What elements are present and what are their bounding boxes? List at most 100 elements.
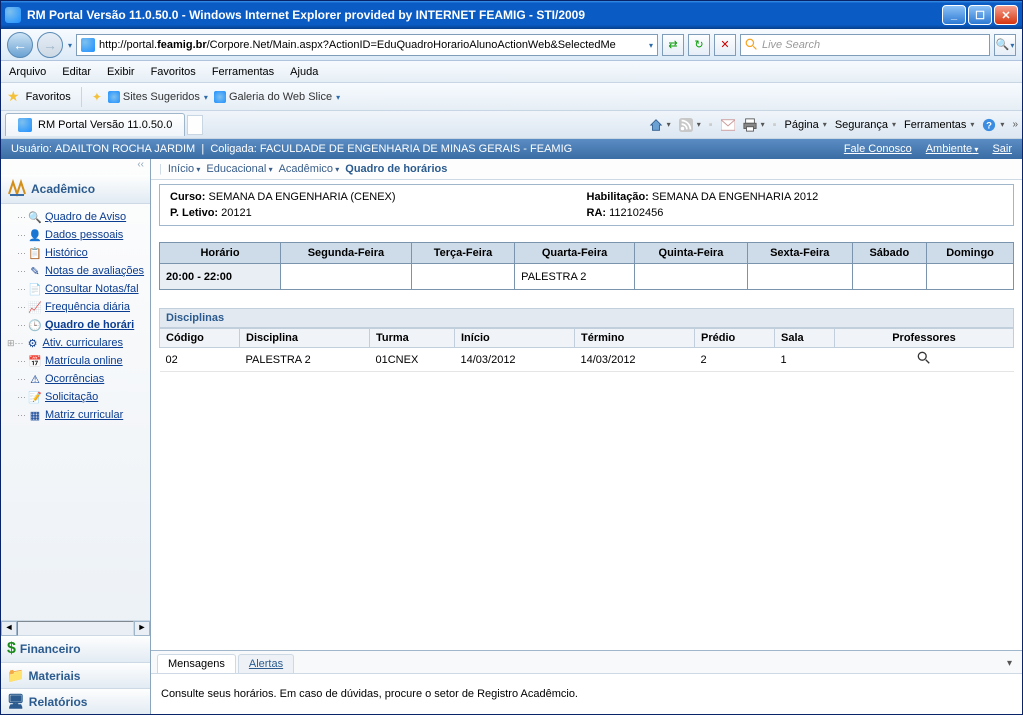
close-button[interactable]: ✕: [994, 5, 1018, 25]
url-dropdown[interactable]: [648, 39, 653, 51]
bc-educacional[interactable]: Educacional: [206, 163, 272, 175]
relatorios-icon: 🖥: [7, 693, 25, 710]
sidebar-section-materiais[interactable]: 📁 Materiais: [1, 663, 150, 689]
page-menu[interactable]: Página: [785, 119, 827, 131]
menu-ajuda[interactable]: Ajuda: [290, 66, 318, 78]
disc-codigo: 02: [160, 348, 240, 372]
help-menu[interactable]: ?: [982, 118, 1004, 132]
refresh-button[interactable]: ↻: [688, 34, 710, 56]
tab-alertas[interactable]: Alertas: [238, 654, 294, 673]
materiais-icon: 📁: [7, 667, 24, 684]
forward-button[interactable]: →: [37, 32, 63, 58]
sidebar-collapse[interactable]: ‹‹: [1, 159, 150, 175]
tab-mensagens[interactable]: Mensagens: [157, 654, 236, 673]
window-titlebar: RM Portal Versão 11.0.50.0 - Windows Int…: [1, 1, 1022, 29]
sidebar-item-quadro-aviso[interactable]: ⋯🔍Quadro de Aviso: [1, 208, 150, 226]
sidebar-item-dados-pessoais[interactable]: ⋯👤Dados pessoais: [1, 226, 150, 244]
sidebar-item-solicitacao[interactable]: ⋯📝Solicitação: [1, 388, 150, 406]
fav-sites-sugeridos[interactable]: Sites Sugeridos: [108, 91, 208, 103]
sair-link[interactable]: Sair: [992, 143, 1012, 155]
disc-predio: 2: [695, 348, 775, 372]
menu-ferramentas[interactable]: Ferramentas: [212, 66, 274, 78]
search-go-button[interactable]: 🔍: [994, 34, 1016, 56]
sidebar-section-academico[interactable]: Acadêmico: [1, 175, 150, 204]
history-dropdown[interactable]: [67, 39, 72, 51]
coligada-name: FACULDADE DE ENGENHARIA DE MINAS GERAIS …: [260, 143, 572, 155]
schedule-table: Horário Segunda-Feira Terça-Feira Quarta…: [159, 242, 1014, 290]
messages-collapse[interactable]: ▾: [1007, 658, 1016, 669]
th-horario: Horário: [160, 243, 281, 264]
ambiente-menu[interactable]: Ambiente: [926, 143, 979, 155]
sidebar-item-quadro-horarios[interactable]: ⋯🕒Quadro de horári: [1, 316, 150, 334]
sidebar-item-matriz[interactable]: ⋯▦Matriz curricular: [1, 406, 150, 424]
sidebar-section-relatorios[interactable]: 🖥 Relatórios: [1, 689, 150, 714]
sidebar-item-ocorrencias[interactable]: ⋯⚠Ocorrências: [1, 370, 150, 388]
menu-exibir[interactable]: Exibir: [107, 66, 135, 78]
security-menu[interactable]: Segurança: [835, 119, 896, 131]
sidebar-item-matricula[interactable]: ⋯📅Matrícula online: [1, 352, 150, 370]
favorites-star-icon[interactable]: ★: [7, 88, 20, 105]
ie-icon: [5, 7, 21, 23]
chevron-more[interactable]: »: [1012, 119, 1018, 130]
minimize-button[interactable]: _: [942, 5, 966, 25]
financeiro-icon: $: [7, 640, 16, 658]
messages-body: Consulte seus horários. Em caso de dúvid…: [151, 674, 1022, 714]
menu-editar[interactable]: Editar: [62, 66, 91, 78]
page-icon: [81, 38, 95, 52]
favorites-bar: ★ Favoritos ✦ Sites Sugeridos Galeria do…: [1, 83, 1022, 111]
menu-arquivo[interactable]: Arquivo: [9, 66, 46, 78]
new-tab-button[interactable]: [187, 115, 203, 135]
fav-galeria[interactable]: Galeria do Web Slice: [214, 91, 340, 103]
scroll-right[interactable]: ►: [134, 621, 150, 636]
disciplinas-header: Disciplinas: [159, 308, 1014, 328]
sidebar-item-historico[interactable]: ⋯📋Histórico: [1, 244, 150, 262]
back-button[interactable]: ←: [7, 32, 33, 58]
curso-value: SEMANA DA ENGENHARIA (CENEX): [209, 191, 396, 203]
home-button[interactable]: [649, 118, 671, 132]
address-bar[interactable]: http://portal.feamig.br/Corpore.Net/Main…: [76, 34, 658, 56]
portal-header: Usuário: ADAILTON ROCHA JARDIM | Coligad…: [1, 139, 1022, 159]
th-sab: Sábado: [852, 243, 927, 264]
sidebar-hscroll[interactable]: ◄ ►: [1, 620, 150, 636]
maximize-button[interactable]: ☐: [968, 5, 992, 25]
cell-quarta: PALESTRA 2: [515, 264, 635, 290]
sidebar-item-ativ-curric[interactable]: ⊞⋯⚙Ativ. curriculares: [1, 334, 150, 352]
bc-inicio[interactable]: Início: [168, 163, 201, 175]
search-bar[interactable]: Live Search: [740, 34, 990, 56]
search-placeholder: Live Search: [762, 39, 820, 51]
disciplina-row: 02 PALESTRA 2 01CNEX 14/03/2012 14/03/20…: [160, 348, 1014, 372]
th-seg: Segunda-Feira: [281, 243, 412, 264]
th-dom: Domingo: [927, 243, 1014, 264]
menu-favoritos[interactable]: Favoritos: [151, 66, 196, 78]
fale-conosco-link[interactable]: Fale Conosco: [844, 143, 912, 155]
ra-value: 112102456: [609, 207, 663, 219]
print-button[interactable]: [743, 118, 765, 132]
url-text: http://portal.feamig.br/Corpore.Net/Main…: [99, 39, 648, 51]
feeds-button[interactable]: [679, 118, 701, 132]
tools-menu[interactable]: Ferramentas: [904, 119, 974, 131]
sidebar-item-frequencia[interactable]: ⋯📈Frequência diária: [1, 298, 150, 316]
compat-button[interactable]: ⇄: [662, 34, 684, 56]
mail-button[interactable]: [721, 119, 735, 131]
stop-button[interactable]: ✕: [714, 34, 736, 56]
sidebar-item-consultar-notas[interactable]: ⋯📄Consultar Notas/fal: [1, 280, 150, 298]
favorites-label[interactable]: Favoritos: [26, 91, 71, 103]
svg-text:?: ?: [986, 120, 992, 131]
window-title: RM Portal Versão 11.0.50.0 - Windows Int…: [27, 8, 942, 22]
disc-professores-lookup[interactable]: [835, 348, 1014, 372]
browser-tab[interactable]: RM Portal Versão 11.0.50.0: [5, 113, 185, 136]
disc-nome: PALESTRA 2: [240, 348, 370, 372]
bc-academico[interactable]: Acadêmico: [279, 163, 340, 175]
course-info-box: Curso: SEMANA DA ENGENHARIA (CENEX) Habi…: [159, 184, 1014, 226]
sidebar-item-notas-aval[interactable]: ⋯✎Notas de avaliações: [1, 262, 150, 280]
schedule-row: 20:00 - 22:00 PALESTRA 2: [160, 264, 1014, 290]
disc-turma: 01CNEX: [370, 348, 455, 372]
disciplinas-table: Código Disciplina Turma Início Término P…: [159, 328, 1014, 372]
add-fav-icon[interactable]: ✦: [92, 90, 102, 104]
cell-hour: 20:00 - 22:00: [160, 264, 281, 290]
th-qui: Quinta-Feira: [634, 243, 747, 264]
sidebar-section-financeiro[interactable]: $ Financeiro: [1, 636, 150, 663]
scroll-left[interactable]: ◄: [1, 621, 17, 636]
tab-icon: [18, 118, 32, 132]
academico-icon: [7, 179, 27, 199]
